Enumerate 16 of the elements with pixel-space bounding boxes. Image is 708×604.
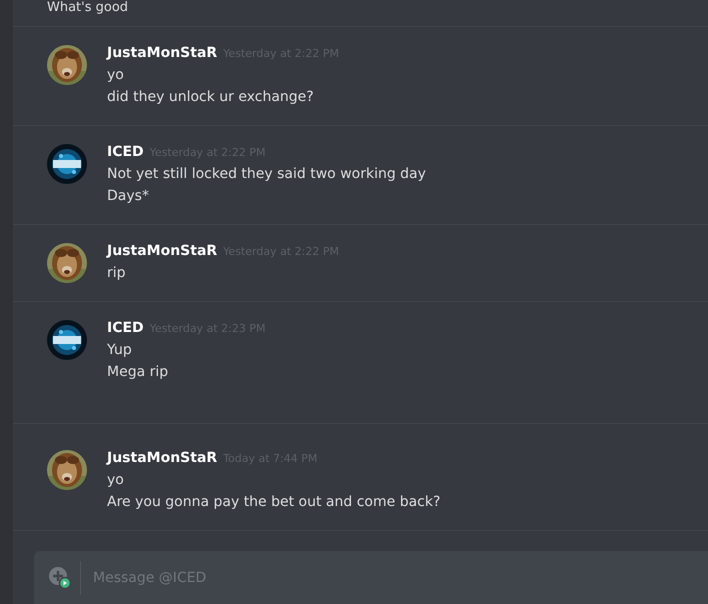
message-text: did they unlock ur exchange? — [107, 88, 315, 107]
author-name[interactable]: ICED — [107, 144, 144, 160]
message-text: Are you gonna pay the bet out and come back? — [107, 493, 440, 512]
message-text: Not yet still locked they said two working day — [107, 165, 426, 184]
author-name[interactable]: ICED — [107, 320, 144, 336]
message-text: rip — [107, 264, 127, 283]
message-text: Mega rip — [107, 363, 170, 382]
author-name[interactable]: JustaMonStaR — [107, 450, 218, 466]
message-text: Days* — [107, 187, 150, 206]
author-name[interactable]: JustaMonStaR — [107, 45, 218, 61]
add-icon[interactable] — [48, 566, 72, 590]
message-text: yo — [107, 471, 125, 490]
message-text: yo — [107, 66, 125, 85]
author-name[interactable]: JustaMonStaR — [107, 243, 218, 259]
message-text: Yup — [107, 341, 133, 360]
message-text: What's good — [47, 0, 130, 15]
